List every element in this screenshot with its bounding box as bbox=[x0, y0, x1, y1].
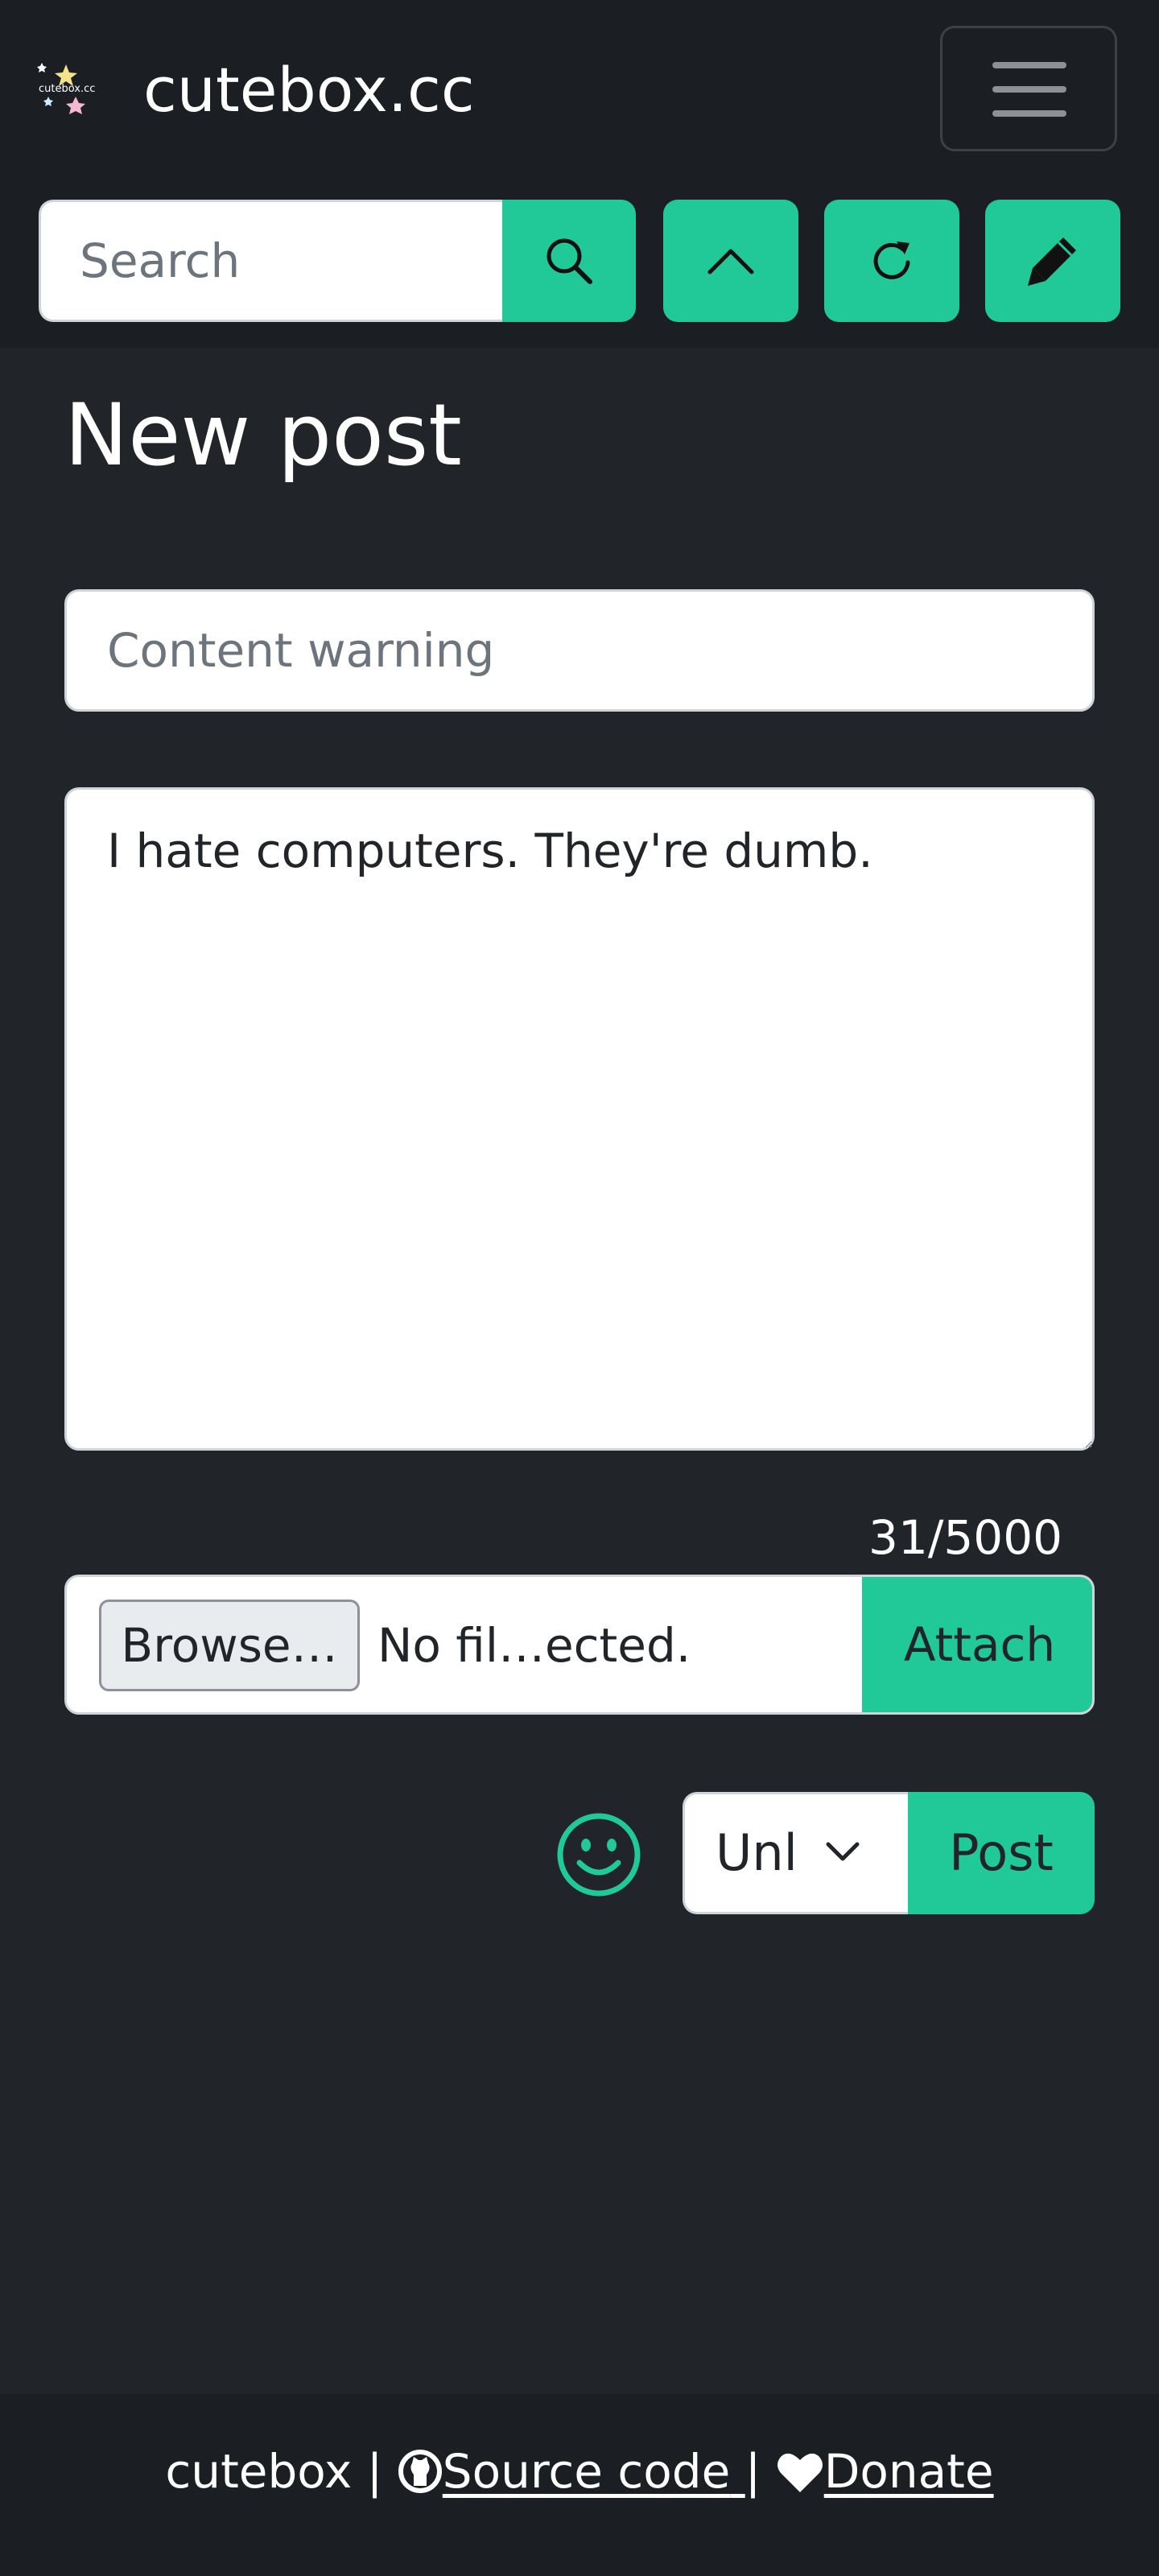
svg-text:cutebox.cc: cutebox.cc bbox=[39, 83, 95, 95]
heart-icon bbox=[777, 2453, 823, 2492]
chevron-up-icon bbox=[707, 249, 754, 275]
content-warning-input[interactable] bbox=[64, 589, 1095, 712]
search-input[interactable] bbox=[39, 200, 505, 322]
donate-label: Donate bbox=[823, 2444, 994, 2499]
post-button[interactable]: Post bbox=[908, 1792, 1095, 1914]
visibility-select[interactable]: Unl bbox=[683, 1792, 911, 1914]
github-icon bbox=[398, 2450, 442, 2493]
character-counter: 31/5000 bbox=[868, 1510, 1062, 1565]
page-title: New post bbox=[64, 386, 462, 485]
footer-links: cutebox | Source code | Donate bbox=[0, 2439, 1159, 2504]
refresh-icon bbox=[873, 242, 910, 279]
source-code-link[interactable]: Source code bbox=[398, 2444, 745, 2499]
search-form bbox=[39, 200, 636, 322]
footer: cutebox | Source code | Donate bbox=[0, 2394, 1159, 2576]
source-code-label: Source code bbox=[442, 2444, 731, 2499]
footer-site-name: cutebox bbox=[165, 2444, 353, 2499]
attach-button[interactable]: Attach bbox=[862, 1577, 1092, 1712]
search-icon bbox=[547, 238, 592, 284]
post-textarea[interactable]: I hate computers. They're dumb. bbox=[64, 787, 1095, 1451]
chevron-down-icon bbox=[826, 1842, 860, 1861]
pencil-icon bbox=[1028, 237, 1076, 286]
donate-link[interactable]: Donate bbox=[776, 2444, 994, 2499]
navbar: cutebox.cc cutebox.cc bbox=[0, 0, 1159, 348]
visibility-value: Unl bbox=[716, 1823, 798, 1882]
footer-separator-2: | bbox=[744, 2444, 761, 2499]
refresh-button[interactable] bbox=[824, 200, 959, 322]
hamburger-icon bbox=[992, 62, 1066, 68]
browse-button[interactable]: Browse… bbox=[99, 1600, 360, 1691]
emoji-picker-icon[interactable] bbox=[555, 1811, 642, 1898]
file-attach-group: Browse… No fil…ected. Attach bbox=[64, 1575, 1095, 1715]
compose-button[interactable] bbox=[985, 200, 1120, 322]
file-status: No fil…ected. bbox=[377, 1618, 691, 1673]
search-button[interactable] bbox=[502, 200, 636, 322]
scroll-top-button[interactable] bbox=[663, 200, 798, 322]
cutebox-logo[interactable]: cutebox.cc bbox=[35, 61, 103, 129]
menu-toggle-button[interactable] bbox=[940, 26, 1117, 151]
brand-name[interactable]: cutebox.cc bbox=[143, 50, 475, 130]
footer-separator: | bbox=[366, 2444, 383, 2499]
